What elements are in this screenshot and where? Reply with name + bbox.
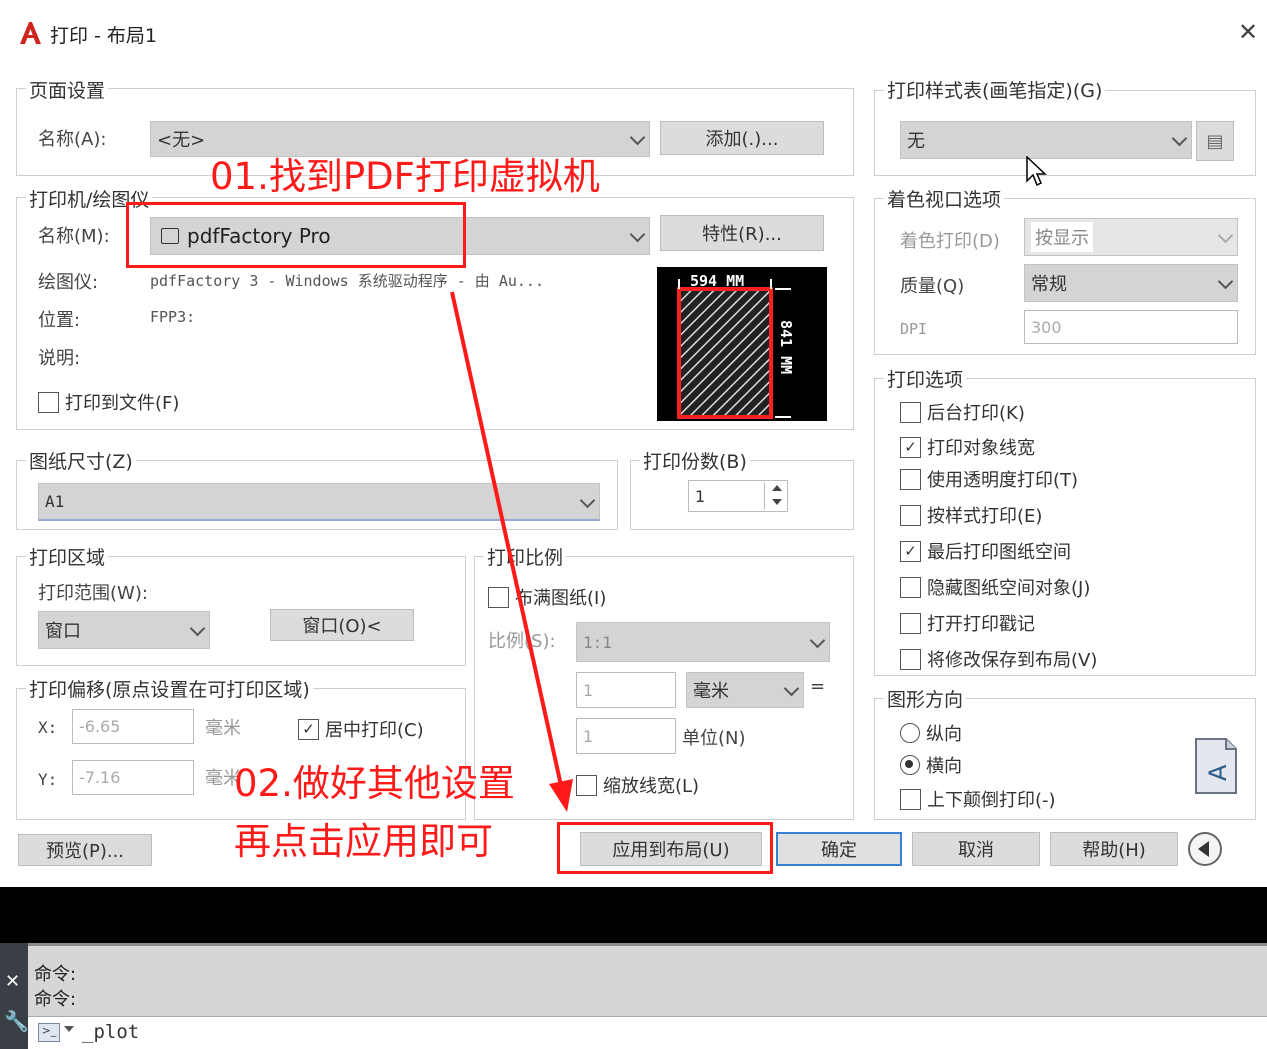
command-prompt-icon: >_ (38, 1023, 60, 1042)
command-input-text[interactable]: _plot (82, 1021, 139, 1043)
annotation-arrow (450, 291, 573, 812)
plot-dialog: 打印 - 布局1 ✕ 页面设置 名称(A): <无> 添加(.)... 打印机/… (0, 0, 1267, 887)
command-panel-handle: ✕ 🔧 (0, 943, 29, 1049)
command-history-line: 命令: (34, 989, 77, 1010)
chevron-down-icon[interactable] (64, 1026, 74, 1032)
drawing-area-strip (0, 887, 1267, 943)
close-icon[interactable]: ✕ (5, 971, 20, 992)
command-input-bar[interactable]: >_ _plot (28, 1016, 1267, 1049)
wrench-icon[interactable]: 🔧 (4, 1009, 29, 1033)
command-history-line: 命令: (34, 964, 77, 985)
